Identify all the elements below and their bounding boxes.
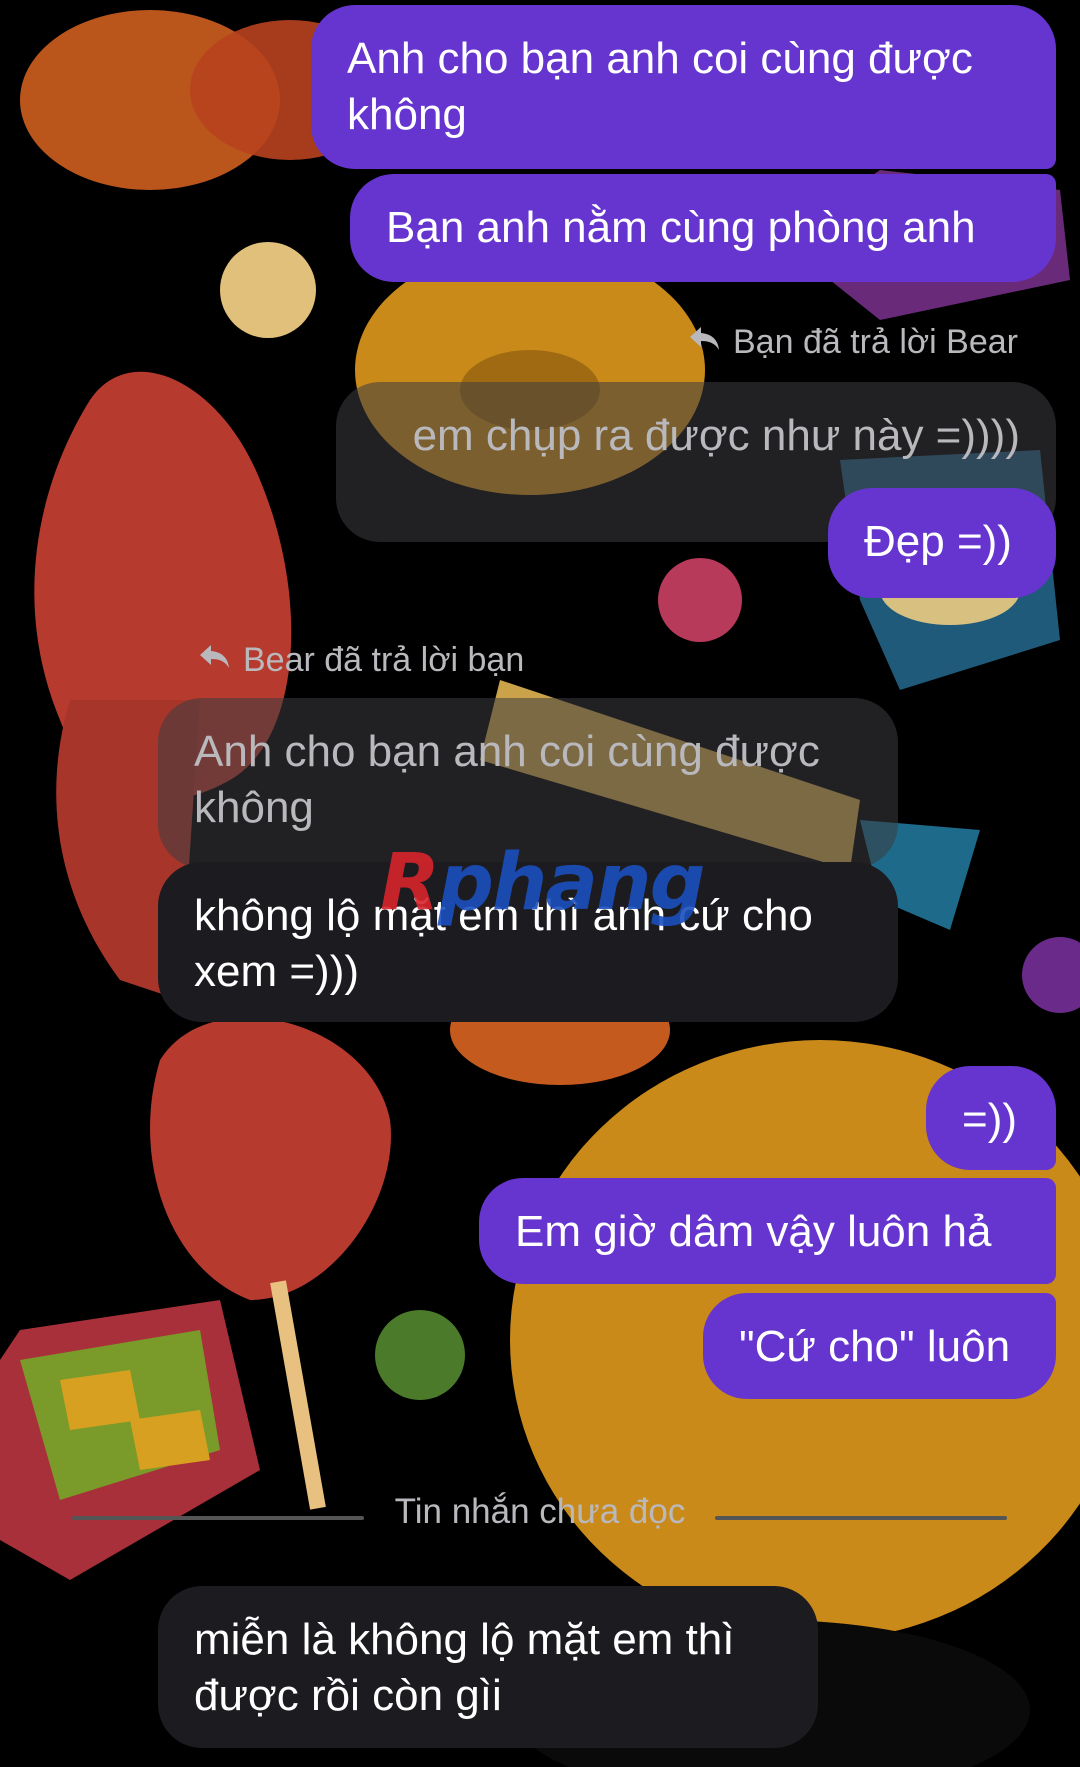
message-bubble-outgoing[interactable]: Anh cho bạn anh coi cùng được không [311, 5, 1056, 169]
message-bubble-outgoing[interactable]: Đẹp =)) [828, 488, 1056, 598]
message-bubble-outgoing[interactable]: "Cứ cho" luôn [703, 1293, 1056, 1399]
unread-divider-label: Tin nhắn chưa đọc [394, 1492, 686, 1531]
unread-divider-line [715, 1516, 1007, 1520]
chat-thread[interactable]: Anh cho bạn anh coi cùng được không Bạn … [0, 0, 1080, 1767]
reply-note-text: Bear đã trả lời bạn [243, 641, 525, 679]
reply-note: Bear đã trả lời bạn [197, 641, 524, 680]
unread-divider-line [72, 1516, 364, 1520]
message-bubble-outgoing[interactable]: Bạn anh nằm cùng phòng anh [350, 174, 1056, 282]
reply-note: Bạn đã trả lời Bear [687, 323, 1018, 362]
message-bubble-incoming[interactable]: miễn là không lộ mặt em thì được rồi còn… [158, 1586, 818, 1748]
message-bubble-outgoing[interactable]: =)) [926, 1066, 1056, 1170]
reply-arrow-icon [687, 323, 721, 362]
message-bubble-outgoing[interactable]: Em giờ dâm vậy luôn hả [479, 1178, 1056, 1284]
reply-note-text: Bạn đã trả lời Bear [733, 323, 1018, 361]
watermark-logo: Rphang [380, 838, 705, 928]
reply-arrow-icon [197, 641, 231, 680]
